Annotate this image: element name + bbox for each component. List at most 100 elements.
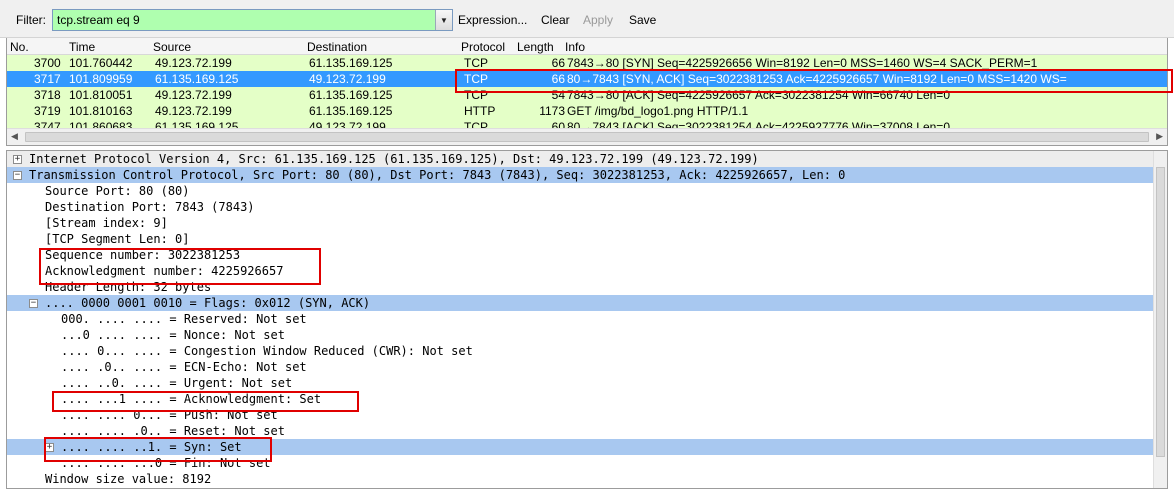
detail-line-text: [Stream index: 9] [45, 216, 168, 230]
packet-cell-length: 54 [551, 88, 565, 102]
column-header-source[interactable]: Source [153, 40, 191, 54]
detail-line[interactable]: −.... 0000 0001 0010 = Flags: 0x012 (SYN… [7, 295, 1155, 311]
packet-cell-no: 3717 [34, 72, 61, 86]
packet-cell-time: 101.760442 [69, 56, 133, 70]
packet-cell-source: 49.123.72.199 [155, 104, 232, 118]
detail-line[interactable]: Window size value: 8192 [7, 471, 1155, 487]
detail-line[interactable]: Acknowledgment number: 4225926657 [7, 263, 1155, 279]
packet-cell-destination: 61.135.169.125 [309, 104, 393, 118]
detail-line-text: 000. .... .... = Reserved: Not set [61, 312, 307, 326]
collapse-icon[interactable]: − [29, 299, 38, 308]
detail-line-text: ...0 .... .... = Nonce: Not set [61, 328, 285, 342]
detail-line[interactable]: + Internet Protocol Version 4, Src: 61.13… [7, 151, 1155, 167]
filter-input[interactable] [53, 10, 435, 30]
packet-cell-length: 1173 [539, 104, 565, 118]
detail-line[interactable]: Destination Port: 7843 (7843) [7, 199, 1155, 215]
packet-cell-info: 7843→80 [ACK] Seq=4225926657 Ack=3022381… [567, 88, 950, 102]
scrollbar-thumb[interactable] [25, 132, 1149, 142]
clear-button[interactable]: Clear [541, 13, 570, 27]
expression-button[interactable]: Expression... [458, 13, 527, 27]
detail-line[interactable]: .... 0... .... = Congestion Window Reduc… [7, 343, 1155, 359]
column-header-no[interactable]: No. [10, 40, 29, 54]
detail-line-text: Destination Port: 7843 (7843) [45, 200, 255, 214]
save-button[interactable]: Save [629, 13, 656, 27]
packet-list-hscrollbar[interactable]: ◀ ▶ [7, 128, 1167, 145]
packet-cell-destination: 61.135.169.125 [309, 88, 393, 102]
packet-cell-time: 101.809959 [69, 72, 133, 86]
detail-line-text: .... .... 0... = Push: Not set [61, 408, 278, 422]
column-header-destination[interactable]: Destination [307, 40, 367, 54]
scroll-left-icon[interactable]: ◀ [11, 131, 18, 142]
scrollbar-thumb[interactable] [1156, 167, 1165, 457]
expand-icon[interactable]: + [45, 443, 54, 452]
packet-list[interactable]: No. Time Source Destination Protocol Len… [6, 38, 1168, 146]
expand-icon[interactable]: + [13, 155, 22, 164]
packet-cell-protocol: TCP [464, 72, 488, 86]
detail-line-text: Header Length: 32 bytes [45, 280, 212, 294]
filter-dropdown-button[interactable]: ▼ [435, 10, 452, 30]
detail-line-text: .... ..0. .... = Urgent: Not set [61, 376, 293, 390]
packet-cell-source: 49.123.72.199 [155, 88, 232, 102]
apply-button[interactable]: Apply [583, 13, 613, 27]
detail-line[interactable]: .... ..0. .... = Urgent: Not set [7, 375, 1155, 391]
detail-line[interactable]: ...0 .... .... = Nonce: Not set [7, 327, 1155, 343]
detail-line[interactable]: .... .0.. .... = ECN-Echo: Not set [7, 359, 1155, 375]
detail-line-text: .... 0000 0001 0010 = Flags: 0x012 (SYN,… [45, 296, 371, 310]
detail-line-text: .... .... ...0 = Fin: Not set [61, 456, 271, 470]
detail-line-text: Sequence number: 3022381253 [45, 248, 241, 262]
packet-row[interactable]: 3717 101.809959 61.135.169.125 49.123.72.19… [7, 71, 1167, 87]
packet-row[interactable]: 3700 101.760442 49.123.72.199 61.135.169.12… [7, 55, 1167, 71]
detail-line-text: Window size value: 8192 [45, 472, 212, 486]
packet-row[interactable]: 3718 101.810051 49.123.72.199 61.135.169.12… [7, 87, 1167, 103]
packet-cell-length: 66 [551, 72, 565, 86]
packet-cell-info: 80→7843 [SYN, ACK] Seq=3022381253 Ack=42… [567, 72, 1067, 86]
detail-line[interactable]: [TCP Segment Len: 0] [7, 231, 1155, 247]
packet-cell-destination: 49.123.72.199 [309, 72, 386, 86]
packet-cell-protocol: TCP [464, 56, 488, 70]
detail-line-text: Acknowledgment number: 4225926657 [45, 264, 284, 278]
packet-cell-source: 49.123.72.199 [155, 56, 232, 70]
detail-line[interactable]: .... .... ...0 = Fin: Not set [7, 455, 1155, 471]
detail-line-text: .... 0... .... = Congestion Window Reduc… [61, 344, 473, 358]
column-header-time[interactable]: Time [69, 40, 95, 54]
detail-line-text: Source Port: 80 (80) [45, 184, 190, 198]
detail-line-text: .... .0.. .... = ECN-Echo: Not set [61, 360, 307, 374]
detail-line[interactable]: .... .... .0.. = Reset: Not set [7, 423, 1155, 439]
packet-cell-protocol: HTTP [464, 104, 496, 118]
detail-line-text: .... .... ..1. = Syn: Set [61, 440, 242, 454]
detail-line-text: .... ...1 .... = Acknowledgment: Set [61, 392, 322, 406]
packet-cell-time: 101.810051 [69, 88, 133, 102]
packet-cell-destination: 61.135.169.125 [309, 56, 393, 70]
column-header-info[interactable]: Info [565, 40, 585, 54]
column-header-length[interactable]: Length [517, 40, 554, 54]
packet-row[interactable]: 3719 101.810163 49.123.72.199 61.135.169.12… [7, 103, 1167, 119]
column-header-protocol[interactable]: Protocol [461, 40, 505, 54]
packet-cell-time: 101.810163 [69, 104, 133, 118]
detail-line[interactable]: Header Length: 32 bytes [7, 279, 1155, 295]
scroll-right-icon[interactable]: ▶ [1156, 131, 1163, 142]
detail-line-text: Internet Protocol Version 4, Src: 61.135… [29, 152, 759, 166]
detail-line-text: .... .... .0.. = Reset: Not set [61, 424, 285, 438]
packet-cell-no: 3718 [34, 88, 61, 102]
detail-line-text: Transmission Control Protocol, Src Port:… [29, 168, 846, 182]
detail-line[interactable]: .... ...1 .... = Acknowledgment: Set [7, 391, 1155, 407]
collapse-icon[interactable]: − [13, 171, 22, 180]
detail-line[interactable]: 000. .... .... = Reserved: Not set [7, 311, 1155, 327]
packet-details-tree[interactable]: + Internet Protocol Version 4, Src: 61.13… [6, 150, 1168, 489]
filter-label: Filter: [16, 13, 46, 27]
detail-line[interactable]: .... .... 0... = Push: Not set [7, 407, 1155, 423]
detail-line[interactable]: − Transmission Control Protocol, Src Port… [7, 167, 1155, 183]
filter-combobox[interactable]: ▼ [52, 9, 453, 31]
packet-cell-length: 66 [551, 56, 565, 70]
details-vscrollbar[interactable] [1153, 151, 1167, 488]
packet-cell-no: 3719 [34, 104, 61, 118]
packet-cell-info: GET /img/bd_logo1.png HTTP/1.1 [567, 104, 749, 118]
detail-line[interactable]: Sequence number: 3022381253 [7, 247, 1155, 263]
packet-list-header: No. Time Source Destination Protocol Len… [7, 38, 1167, 55]
packet-cell-info: 7843→80 [SYN] Seq=4225926656 Win=8192 Le… [567, 56, 1038, 70]
detail-line[interactable]: [Stream index: 9] [7, 215, 1155, 231]
detail-line[interactable]: + .... .... ..1. = Syn: Set [7, 439, 1155, 455]
packet-cell-protocol: TCP [464, 88, 488, 102]
detail-line[interactable]: Source Port: 80 (80) [7, 183, 1155, 199]
packet-cell-source: 61.135.169.125 [155, 72, 239, 86]
